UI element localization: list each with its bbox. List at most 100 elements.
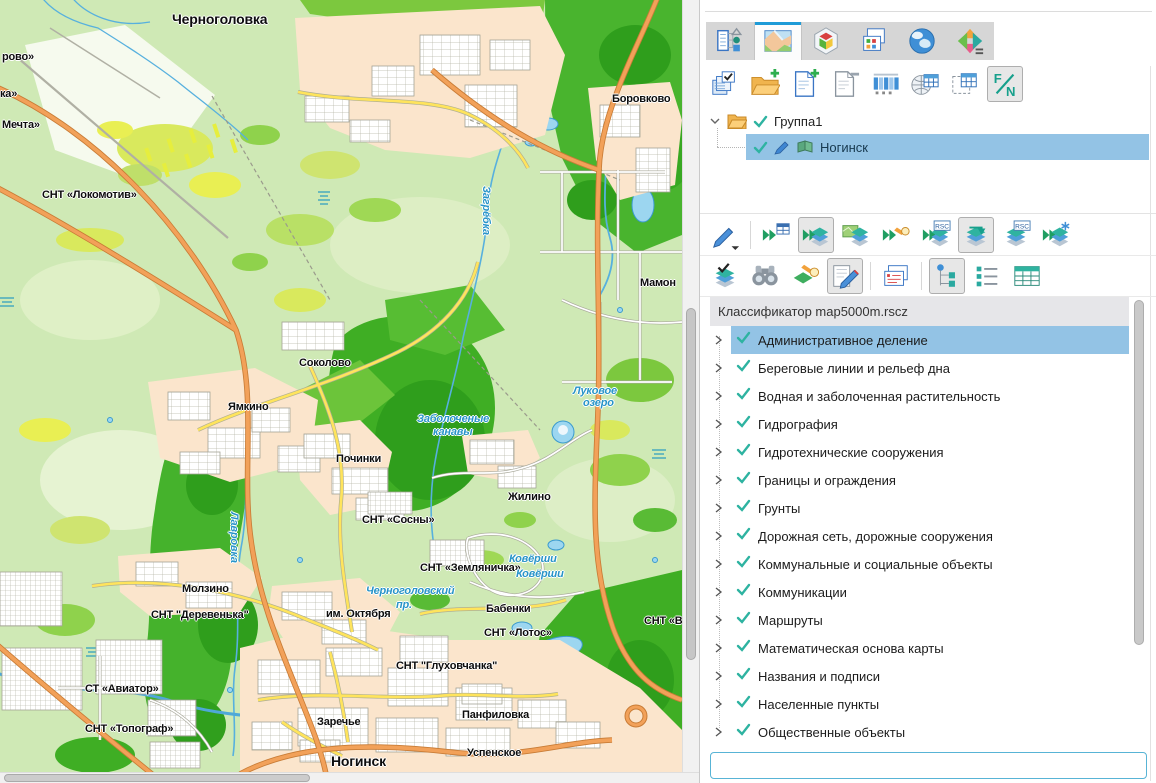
layer-group-row[interactable]: Группа1 (709, 108, 822, 134)
visibility-check-icon[interactable] (736, 387, 751, 405)
map-horizontal-scrollbar[interactable] (0, 772, 699, 783)
add-map-button[interactable] (787, 66, 823, 102)
visibility-check-icon[interactable] (736, 359, 751, 377)
chevron-right-icon[interactable] (712, 587, 731, 597)
list-view-button[interactable] (969, 258, 1005, 294)
chevron-right-icon[interactable] (712, 419, 731, 429)
chevron-down-icon[interactable] (709, 115, 721, 127)
chevron-right-icon[interactable] (712, 475, 731, 485)
layer-new-button[interactable] (1038, 217, 1074, 253)
classifier-filter-input[interactable] (710, 752, 1147, 779)
classifier-item[interactable]: Коммуникации (712, 578, 1129, 606)
classifier-item[interactable]: Населенные пункты (712, 690, 1129, 718)
classifier-item[interactable]: Коммунальные и социальные объекты (712, 550, 1129, 578)
layers-check-button[interactable] (707, 258, 743, 294)
layer-map-row[interactable]: Ногинск (746, 134, 1149, 160)
visibility-check-icon[interactable] (736, 723, 751, 741)
chevron-right-icon[interactable] (712, 643, 731, 653)
classifier-item[interactable]: Гидротехнические сооружения (712, 438, 1129, 466)
classifier-item-body[interactable]: Грунты (731, 494, 1129, 522)
chevron-right-icon[interactable] (712, 699, 731, 709)
pencil-menu-button[interactable] (707, 217, 743, 253)
rsc-layers-button[interactable]: RSC (998, 217, 1034, 253)
visibility-check-icon[interactable] (736, 471, 751, 489)
classifier-item-body[interactable]: Административное деление (731, 326, 1129, 354)
classifier-item[interactable]: Маршруты (712, 606, 1129, 634)
close-map-button[interactable] (827, 66, 863, 102)
table-view-button[interactable] (1009, 258, 1045, 294)
visibility-check-icon[interactable] (736, 695, 751, 713)
composition-search-button[interactable] (878, 217, 914, 253)
tab-3d[interactable] (802, 22, 850, 60)
visibility-check-icon[interactable] (736, 499, 751, 517)
visibility-check-icon[interactable] (736, 443, 751, 461)
classifier-item-body[interactable]: Береговые линии и рельеф дна (731, 354, 1129, 382)
visibility-check-icon[interactable] (736, 527, 751, 545)
binoculars-button[interactable] (747, 258, 783, 294)
composition-rsc-button[interactable]: RSC (918, 217, 954, 253)
object-card-button[interactable] (878, 258, 914, 294)
classifier-item[interactable]: Общественные объекты (712, 718, 1129, 746)
visibility-check-icon[interactable] (736, 415, 751, 433)
classifier-scroll-thumb[interactable] (1134, 300, 1144, 645)
classifier-item-body[interactable]: Водная и заболоченная растительность (731, 382, 1129, 410)
chevron-right-icon[interactable] (712, 615, 731, 625)
add-group-button[interactable] (747, 66, 783, 102)
composition-visibility-button[interactable] (707, 66, 743, 102)
classifier-item-body[interactable]: Названия и подписи (731, 662, 1129, 690)
classifier-item-body[interactable]: Гидротехнические сооружения (731, 438, 1129, 466)
map-frame-button[interactable] (947, 66, 983, 102)
classifier-item-body[interactable]: Общественные объекты (731, 718, 1129, 746)
classifier-scrollbar[interactable] (1133, 299, 1145, 747)
panel-splitter[interactable] (705, 11, 1152, 12)
composition-layers-button[interactable] (798, 217, 834, 253)
chevron-right-icon[interactable] (712, 727, 731, 737)
chevron-right-icon[interactable] (712, 503, 731, 513)
visibility-check-icon[interactable] (736, 331, 751, 349)
chevron-right-icon[interactable] (712, 531, 731, 541)
internet-table-button[interactable] (907, 66, 943, 102)
classifier-item[interactable]: Водная и заболоченная растительность (712, 382, 1129, 410)
tab-map[interactable] (754, 22, 802, 60)
classifier-item-body[interactable]: Коммуникации (731, 578, 1129, 606)
classifier-item[interactable]: Береговые линии и рельеф дна (712, 354, 1129, 382)
classifier-item[interactable]: Дорожная сеть, дорожные сооружения (712, 522, 1129, 550)
classifier-item-body[interactable]: Коммунальные и социальные объекты (731, 550, 1129, 578)
visibility-check-icon[interactable] (736, 583, 751, 601)
classifier-item-body[interactable]: Дорожная сеть, дорожные сооружения (731, 522, 1129, 550)
map-hscroll-thumb[interactable] (4, 774, 310, 782)
classifier-item-body[interactable]: Маршруты (731, 606, 1129, 634)
fn-mode-button[interactable]: FN (987, 66, 1023, 102)
chevron-right-icon[interactable] (712, 671, 731, 681)
classifier-item[interactable]: Математическая основа карты (712, 634, 1129, 662)
visibility-check-icon[interactable] (736, 611, 751, 629)
tree-view-button[interactable] (929, 258, 965, 294)
composition-maps-button[interactable] (838, 217, 874, 253)
classifier-item-body[interactable]: Гидрография (731, 410, 1129, 438)
map-view[interactable]: Черноголовкарово»ка»Мечта»СНТ «Локомотив… (0, 0, 682, 772)
map-vertical-scrollbar[interactable] (682, 0, 699, 772)
classifier-item-body[interactable]: Математическая основа карты (731, 634, 1129, 662)
classifier-item[interactable]: Границы и ограждения (712, 466, 1129, 494)
chevron-right-icon[interactable] (712, 391, 731, 401)
composition-list-button[interactable] (758, 217, 794, 253)
tab-legend[interactable] (850, 22, 898, 60)
layer-reload-button[interactable] (958, 217, 994, 253)
visibility-check-icon[interactable] (736, 555, 751, 573)
tab-navigator[interactable] (946, 22, 994, 60)
map-vscroll-thumb[interactable] (686, 308, 696, 660)
chevron-right-icon[interactable] (712, 335, 731, 345)
classifier-item-body[interactable]: Населенные пункты (731, 690, 1129, 718)
visibility-check-icon[interactable] (736, 667, 751, 685)
chevron-right-icon[interactable] (712, 559, 731, 569)
classifier-item[interactable]: Гидрография (712, 410, 1129, 438)
classifier-item[interactable]: Административное деление (712, 326, 1129, 354)
classifier-item-body[interactable]: Границы и ограждения (731, 466, 1129, 494)
visibility-check-icon[interactable] (736, 639, 751, 657)
tab-globe[interactable] (898, 22, 946, 60)
layer-search-button[interactable] (787, 258, 823, 294)
visibility-check-icon[interactable] (753, 141, 768, 154)
edit-object-button[interactable] (827, 258, 863, 294)
chevron-right-icon[interactable] (712, 447, 731, 457)
visibility-check-icon[interactable] (753, 115, 768, 128)
